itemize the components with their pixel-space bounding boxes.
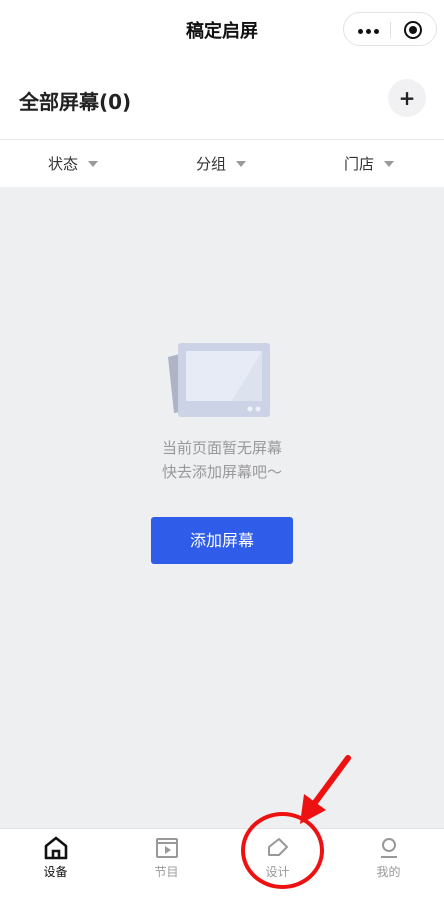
more-icon[interactable]	[358, 29, 379, 35]
tab-programs[interactable]: 节目	[111, 829, 222, 902]
caret-down-icon	[384, 160, 395, 167]
add-screen-icon-button[interactable]: +	[388, 79, 426, 117]
filter-store-label: 门店	[344, 155, 375, 173]
tab-design-label: 设计	[265, 865, 290, 879]
close-miniprogram-icon[interactable]	[404, 21, 422, 39]
filter-group[interactable]: 分组	[196, 141, 247, 187]
filter-status[interactable]: 状态	[48, 141, 99, 187]
filter-store[interactable]: 门店	[344, 141, 395, 187]
navigation-bar: 稿定启屏	[0, 0, 444, 60]
filter-bar: 状态 分组 门店	[0, 141, 444, 187]
page-header: 全部屏幕(0) +	[0, 60, 444, 140]
tab-profile[interactable]: 我的	[333, 829, 444, 902]
page-title: 全部屏幕(0)	[19, 90, 132, 114]
add-screen-button[interactable]: 添加屏幕	[151, 517, 293, 564]
filter-status-label: 状态	[48, 155, 79, 173]
tab-profile-label: 我的	[376, 865, 401, 879]
filter-group-label: 分组	[196, 155, 227, 173]
tab-design[interactable]: 设计	[222, 829, 333, 902]
caret-down-icon	[236, 160, 247, 167]
profile-icon	[381, 838, 397, 858]
program-icon	[156, 838, 178, 858]
bottom-tab-bar: 设备 节目 设计 我的	[0, 828, 444, 902]
miniprogram-capsule	[343, 12, 437, 46]
capsule-divider	[390, 22, 391, 38]
tab-programs-label: 节目	[154, 865, 179, 879]
caret-down-icon	[88, 160, 99, 167]
empty-message-line1: 当前页面暂无屏幕	[161, 439, 282, 457]
screen-list-area: 当前页面暂无屏幕 快去添加屏幕吧～ 添加屏幕	[0, 187, 444, 828]
tab-devices[interactable]: 设备	[0, 829, 111, 902]
design-icon	[268, 838, 288, 856]
empty-screen-illustration-icon	[168, 343, 270, 417]
home-icon	[44, 836, 68, 860]
tab-devices-label: 设备	[43, 865, 68, 879]
empty-message-line2: 快去添加屏幕吧～	[161, 463, 282, 481]
